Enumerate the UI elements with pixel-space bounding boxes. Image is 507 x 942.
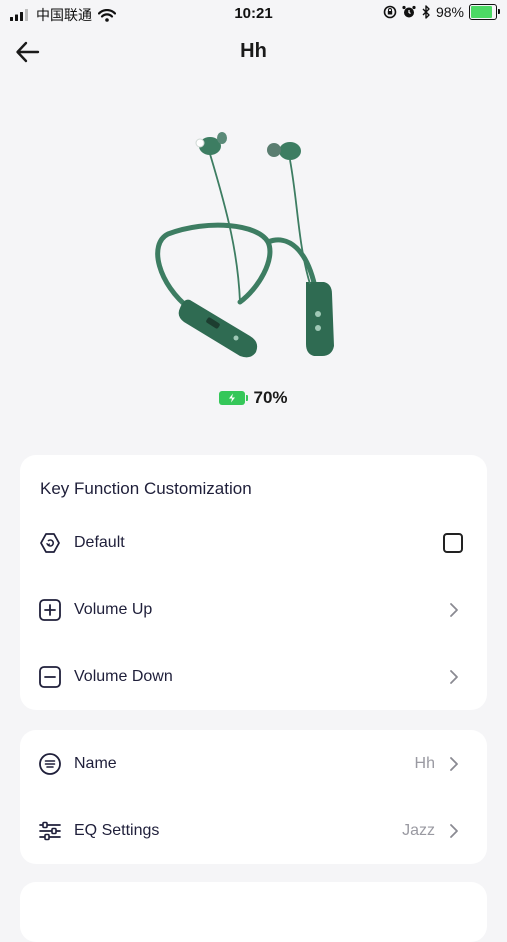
name-list-icon xyxy=(38,752,62,776)
key-function-card: Key Function Customization Default Volum… xyxy=(20,455,487,710)
next-card xyxy=(20,882,487,942)
eq-settings-label: EQ Settings xyxy=(74,822,160,839)
battery-percent-label: 98% xyxy=(435,4,464,20)
status-bar: 中国联通 10:21 98% xyxy=(0,0,507,28)
eq-settings-value: Jazz xyxy=(402,822,435,839)
chevron-right-icon xyxy=(447,667,461,687)
earphones-image xyxy=(155,132,334,358)
name-row[interactable]: Name Hh xyxy=(20,739,487,789)
key-function-title: Key Function Customization xyxy=(40,479,252,498)
battery-icon xyxy=(469,4,500,20)
page-title: Hh xyxy=(240,40,267,62)
chevron-right-icon xyxy=(447,600,461,620)
volume-up-row[interactable]: Volume Up xyxy=(20,585,487,635)
volume-up-label: Volume Up xyxy=(74,601,153,618)
status-right: 98% xyxy=(383,4,500,20)
device-battery-icon xyxy=(219,391,249,405)
charging-bolt-icon xyxy=(229,393,236,403)
screen-lock-icon xyxy=(383,5,397,19)
device-battery: 70% xyxy=(0,388,507,408)
volume-down-label: Volume Down xyxy=(74,668,173,685)
settings-card: Name Hh EQ Settings Jazz xyxy=(20,730,487,864)
device-battery-percent: 70% xyxy=(253,388,288,407)
chevron-right-icon xyxy=(447,821,461,841)
chevron-right-icon xyxy=(447,754,461,774)
nav-bar: Hh xyxy=(0,30,507,74)
default-checkbox[interactable] xyxy=(443,533,463,553)
name-value: Hh xyxy=(414,755,435,772)
volume-down-row[interactable]: Volume Down xyxy=(20,652,487,702)
alarm-icon xyxy=(402,5,416,18)
bluetooth-icon xyxy=(422,5,430,19)
minus-square-icon xyxy=(38,665,62,689)
eq-settings-row[interactable]: EQ Settings Jazz xyxy=(20,806,487,856)
default-row[interactable]: Default xyxy=(20,518,487,568)
default-label: Default xyxy=(74,534,125,551)
name-label: Name xyxy=(74,755,117,772)
plus-square-icon xyxy=(38,598,62,622)
hexagon-cycle-icon xyxy=(38,531,62,555)
sliders-icon xyxy=(38,819,62,843)
